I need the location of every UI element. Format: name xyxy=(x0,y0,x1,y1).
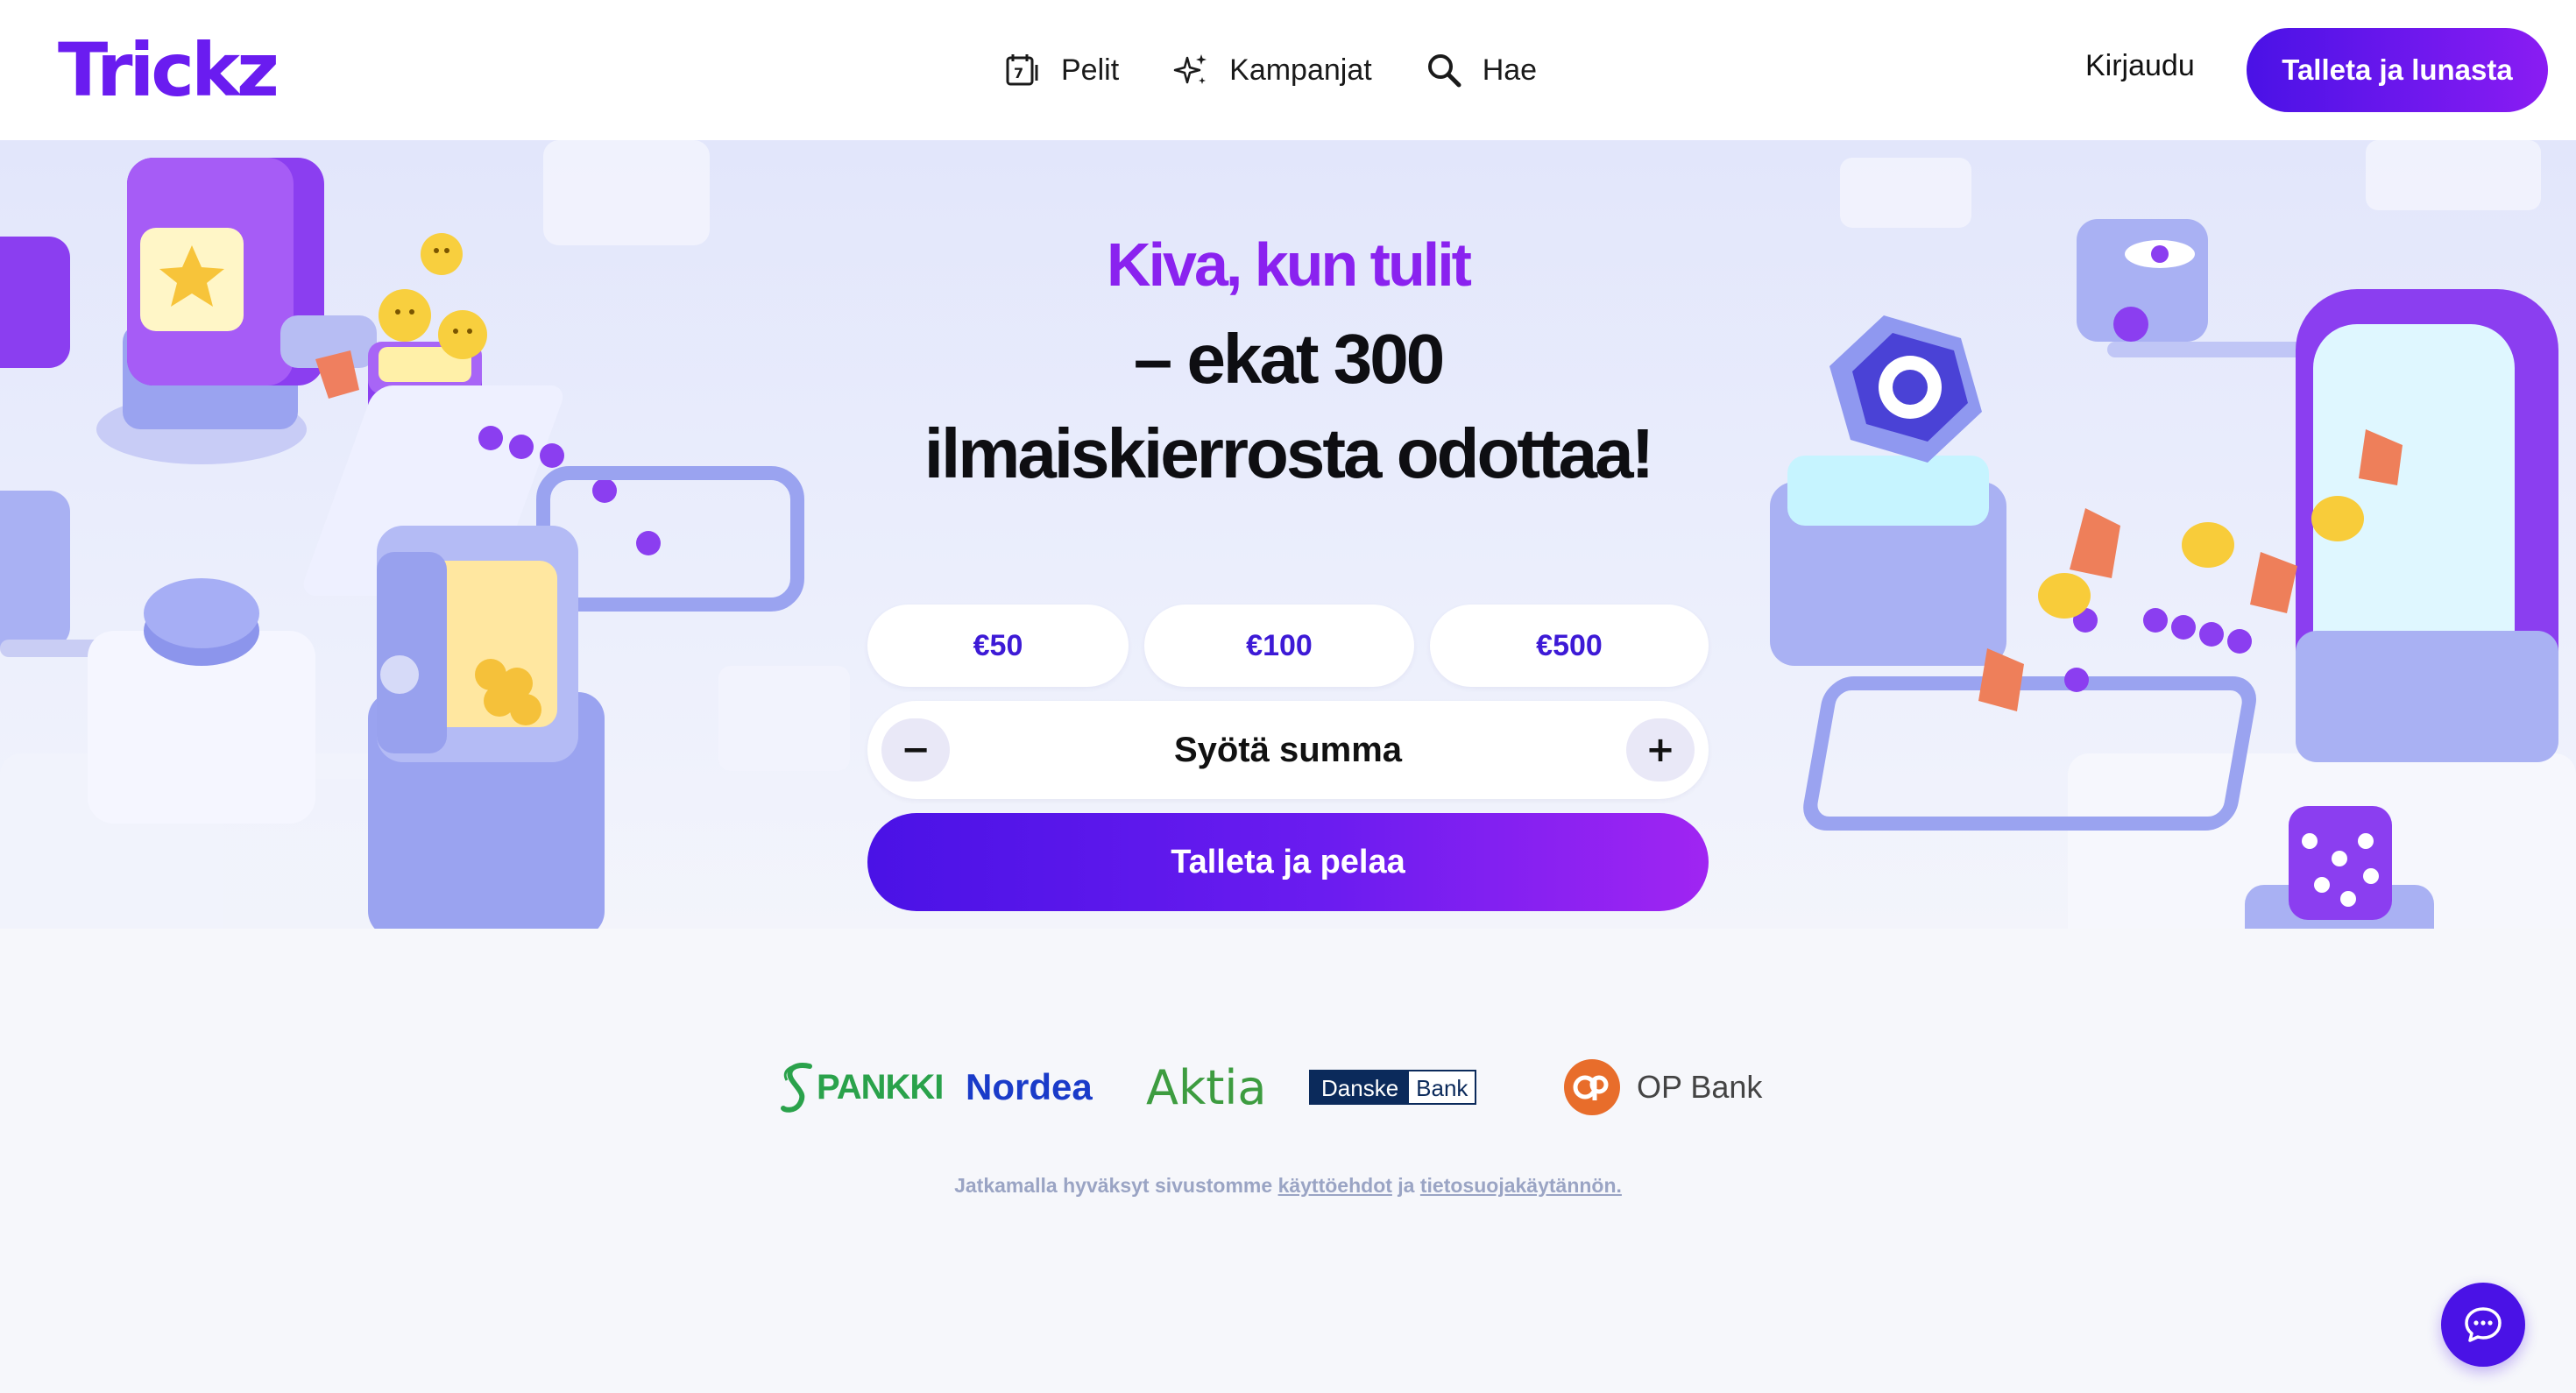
chat-bubble-icon xyxy=(2465,1307,2502,1342)
amount-input[interactable]: − Syötä summa + xyxy=(867,701,1709,799)
s-pankki-mark-icon xyxy=(781,1063,812,1113)
hero-headline-line3: ilmaiskierrosta odottaa! xyxy=(924,414,1655,492)
op-bank-logo: OP Bank xyxy=(1563,1057,1762,1118)
svg-text:7: 7 xyxy=(1014,65,1023,81)
op-bank-text: OP Bank xyxy=(1637,1069,1763,1105)
login-link[interactable]: Kirjaudu xyxy=(2085,49,2195,83)
page-background xyxy=(0,929,2576,1393)
danske-text: Danske xyxy=(1311,1071,1410,1103)
hero-headline-line2: – ekat 300 xyxy=(1133,320,1446,398)
nav-item-kampanjat[interactable]: Kampanjat xyxy=(1171,51,1372,89)
bank-text: Bank xyxy=(1409,1071,1476,1103)
decrease-amount-button[interactable]: − xyxy=(881,718,950,781)
aktia-logo: Aktia xyxy=(1146,1057,1266,1118)
deposit-play-button[interactable]: Talleta ja pelaa xyxy=(867,813,1709,911)
deposit-claim-button[interactable]: Talleta ja lunasta xyxy=(2247,28,2548,112)
privacy-link[interactable]: tietosuojakäytännön. xyxy=(1420,1174,1622,1197)
nav-label: Pelit xyxy=(1061,53,1120,87)
nordea-logo: Nordea xyxy=(966,1057,1093,1118)
legal-middle: ja xyxy=(1398,1174,1415,1197)
s-pankki-text: PANKKI xyxy=(817,1067,944,1107)
amount-100-button[interactable]: €100 xyxy=(1144,605,1414,687)
chat-button[interactable] xyxy=(2441,1283,2525,1367)
nav-label: Hae xyxy=(1482,53,1538,87)
amount-presets: €50 €100 €500 xyxy=(867,605,1709,687)
aktia-text: Aktia xyxy=(1146,1059,1267,1115)
amount-500-button[interactable]: €500 xyxy=(1430,605,1709,687)
danske-bank-logo: Danske Bank xyxy=(1309,1057,1477,1118)
legal-notice: Jatkamalla hyväksyt sivustomme käyttöehd… xyxy=(0,1174,2576,1198)
hero-headline: – ekat 300 ilmaiskierrosta odottaa! xyxy=(0,312,2576,501)
nav-item-pelit[interactable]: 7 Pelit xyxy=(1003,51,1119,89)
main-nav: 7 Pelit Kampanjat Hae xyxy=(1003,42,1537,98)
hero-headline-accent: Kiva, kun tulit xyxy=(1107,230,1472,299)
amount-input-placeholder: Syötä summa xyxy=(1173,730,1403,769)
s-pankki-logo: PANKKI xyxy=(780,1057,944,1118)
nav-label: Kampanjat xyxy=(1229,53,1372,87)
search-icon xyxy=(1427,54,1461,88)
nav-item-hae[interactable]: Hae xyxy=(1425,51,1537,89)
op-mark-icon xyxy=(1564,1059,1620,1115)
nordea-text: Nordea xyxy=(966,1066,1093,1107)
danske-bank-box: Danske Bank xyxy=(1309,1070,1477,1105)
sparkles-icon xyxy=(1173,54,1207,84)
trickz-logo[interactable]: Trickz xyxy=(58,26,280,114)
legal-prefix: Jatkamalla hyväksyt sivustomme xyxy=(954,1174,1273,1197)
bank-logos: PANKKI Nordea Aktia Danske Bank OP Bank xyxy=(780,1057,1796,1118)
calendar-7-icon: 7 xyxy=(1006,54,1038,86)
amount-50-button[interactable]: €50 xyxy=(867,605,1129,687)
terms-link[interactable]: käyttöehdot xyxy=(1278,1174,1392,1197)
increase-amount-button[interactable]: + xyxy=(1626,718,1695,781)
site-header: Trickz 7 Pelit Kampanjat Hae Kirjaudu Ta… xyxy=(0,0,2576,140)
